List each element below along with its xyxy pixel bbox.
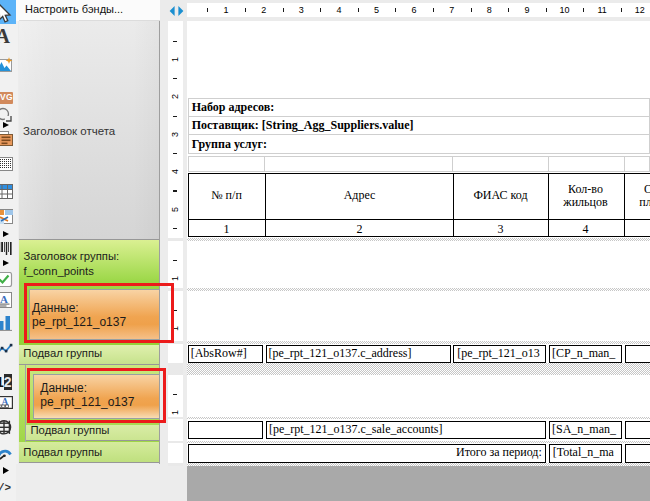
svg-text:A: A xyxy=(0,293,8,305)
